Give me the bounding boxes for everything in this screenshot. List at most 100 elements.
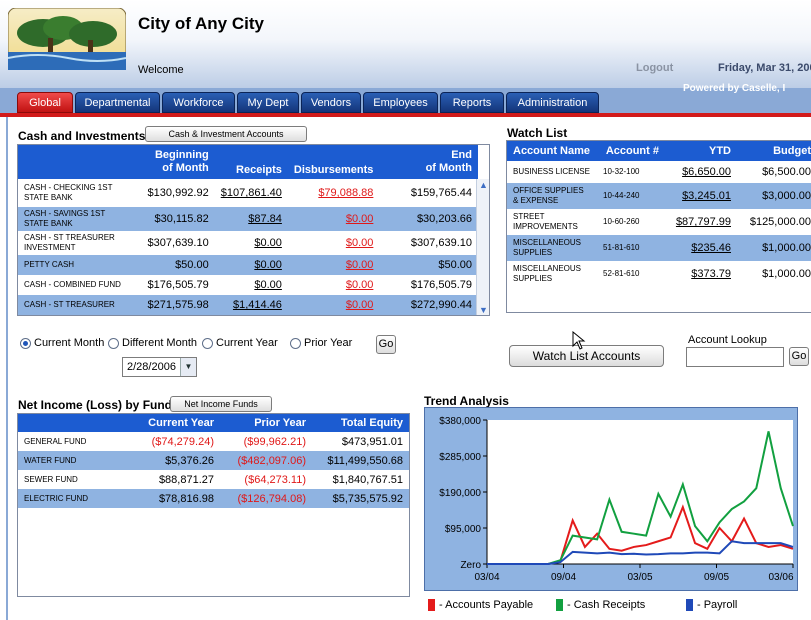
current-year-value: $88,871.27 bbox=[158, 473, 214, 486]
tab-departmental[interactable]: Departmental bbox=[75, 92, 160, 113]
watch-budget: $125,000.00 bbox=[749, 216, 811, 228]
table-row: GENERAL FUND ($74,279.24) ($99,962.21) $… bbox=[18, 432, 409, 451]
col-fund bbox=[18, 414, 128, 432]
account-name: CASH - ST TREASURER bbox=[18, 295, 130, 315]
prior-year-value: ($64,273.11) bbox=[244, 473, 306, 486]
receipts-link[interactable]: $1,414.46 bbox=[214, 295, 288, 315]
table-row: PETTY CASH $50.00 $0.00 $0.00 $50.00 bbox=[18, 255, 478, 275]
current-date: Friday, Mar 31, 200 bbox=[718, 62, 811, 74]
table-row: OFFICE SUPPLIES & EXPENSE 10-44-240 $3,2… bbox=[507, 183, 811, 209]
current-year-value: $78,816.98 bbox=[128, 489, 220, 508]
prior-year-value: ($482,097.06) bbox=[220, 451, 312, 470]
end-value: $307,639.10 bbox=[410, 237, 472, 249]
col-ytd: YTD bbox=[665, 141, 737, 161]
cash-scrollbar[interactable]: ▲ ▼ bbox=[476, 179, 489, 315]
watch-account-name: BUSINESS LICENSE bbox=[513, 167, 590, 176]
fund-name: GENERAL FUND bbox=[24, 436, 87, 446]
watch-ytd-link[interactable]: $3,245.01 bbox=[665, 183, 737, 209]
end-value: $50.00 bbox=[379, 255, 478, 275]
account-name: PETTY CASH bbox=[18, 255, 130, 275]
col-receipts: Receipts bbox=[214, 145, 288, 179]
cash-accounts-button[interactable]: Cash & Investment Accounts bbox=[145, 126, 307, 142]
watch-budget: $3,000.00 bbox=[737, 183, 811, 209]
total-equity-value: $1,840,767.51 bbox=[332, 473, 403, 486]
powered-by: Powered by Caselle, I bbox=[683, 83, 786, 94]
col-beginning-line1: Beginning bbox=[154, 149, 209, 161]
watch-account-name: OFFICE SUPPLIES & EXPENSE bbox=[507, 183, 597, 209]
beginning-value: $271,575.98 bbox=[129, 295, 215, 315]
tab-employees[interactable]: Employees bbox=[363, 92, 438, 113]
x-tick-label: 03/06 bbox=[768, 572, 793, 583]
period-go-button[interactable]: Go bbox=[376, 335, 396, 354]
account-lookup-input[interactable] bbox=[686, 347, 784, 367]
watch-account-number: 10-32-100 bbox=[603, 167, 640, 176]
watch-account-name: MISCELLANEOUS SUPPLIES bbox=[507, 235, 597, 261]
watch-account-number: 10-44-240 bbox=[597, 183, 665, 209]
table-row: CASH - SAVINGS 1ST STATE BANK $30,115.82… bbox=[18, 207, 478, 231]
tab-administration[interactable]: Administration bbox=[506, 92, 599, 113]
disbursements-link[interactable]: $0.00 bbox=[287, 255, 380, 275]
lookup-go-button[interactable]: Go bbox=[789, 347, 809, 366]
disbursements-link[interactable]: $0.00 bbox=[287, 295, 380, 315]
watch-account-name: MISCELLANEOUS SUPPLIES bbox=[513, 264, 582, 283]
disbursements-link[interactable]: $0.00 bbox=[288, 231, 379, 255]
fund-name: WATER FUND bbox=[18, 451, 128, 470]
disbursements-link[interactable]: $0.00 bbox=[288, 275, 379, 295]
net-income-funds-button[interactable]: Net Income Funds bbox=[170, 396, 272, 412]
logout-link[interactable]: Logout bbox=[636, 62, 673, 74]
radio-current-year[interactable]: Current Year bbox=[202, 337, 278, 349]
table-row: CASH - COMBINED FUND $176,505.79 $0.00 $… bbox=[18, 275, 478, 295]
current-year-value: $5,376.26 bbox=[128, 451, 220, 470]
radio-different-month[interactable]: Different Month bbox=[108, 337, 197, 349]
disbursements-link[interactable]: $79,088.88 bbox=[288, 179, 379, 207]
scroll-up-icon[interactable]: ▲ bbox=[478, 180, 489, 191]
col-end-line1: End bbox=[451, 149, 472, 161]
col-account-number: Account # bbox=[597, 141, 665, 161]
tab-my-dept[interactable]: My Dept bbox=[237, 92, 299, 113]
beginning-value: $30,115.82 bbox=[129, 207, 215, 231]
watch-ytd-link[interactable]: $235.46 bbox=[665, 235, 737, 261]
beginning-value: $50.00 bbox=[129, 255, 215, 275]
y-tick-label: Zero bbox=[460, 560, 481, 571]
account-name: CASH - ST TREASURER INVESTMENT bbox=[24, 233, 115, 252]
beginning-value: $130,992.92 bbox=[147, 187, 209, 199]
receipts-link[interactable]: $0.00 bbox=[215, 231, 288, 255]
account-lookup-label: Account Lookup bbox=[688, 334, 767, 346]
watch-title: Watch List bbox=[507, 126, 568, 140]
receipts-link[interactable]: $0.00 bbox=[215, 275, 288, 295]
watch-ytd-link[interactable]: $87,797.99 bbox=[665, 209, 737, 235]
disbursements-link[interactable]: $0.00 bbox=[287, 207, 380, 231]
scroll-down-icon[interactable]: ▼ bbox=[478, 305, 489, 315]
month-select-value: 2/28/2006 bbox=[127, 361, 176, 373]
table-row: CASH - ST TREASURER INVESTMENT $307,639.… bbox=[18, 231, 478, 255]
watch-account-number: 52-81-610 bbox=[603, 269, 640, 278]
radio-icon bbox=[202, 337, 213, 349]
end-value: $159,765.44 bbox=[410, 187, 472, 199]
mouse-cursor-icon bbox=[572, 331, 586, 350]
x-tick-label: 03/05 bbox=[627, 572, 652, 583]
fund-name: SEWER FUND bbox=[24, 474, 78, 484]
tab-global[interactable]: Global bbox=[17, 92, 73, 113]
fund-name: ELECTRIC FUND bbox=[18, 489, 128, 508]
watch-list-accounts-button[interactable]: Watch List Accounts bbox=[509, 345, 664, 367]
watch-budget: $1,000.00 bbox=[762, 268, 811, 280]
radio-current-month[interactable]: Current Month bbox=[20, 337, 104, 349]
chart-title: Trend Analysis bbox=[424, 394, 509, 408]
table-row: WATER FUND $5,376.26 ($482,097.06) $11,4… bbox=[18, 451, 409, 470]
tab-reports[interactable]: Reports bbox=[440, 92, 504, 113]
tab-vendors[interactable]: Vendors bbox=[301, 92, 361, 113]
receipts-link[interactable]: $107,861.40 bbox=[215, 179, 288, 207]
watch-ytd-link[interactable]: $373.79 bbox=[665, 261, 737, 287]
cash-table: Beginning of Month Receipts Disbursement… bbox=[17, 144, 490, 316]
chevron-down-icon: ▼ bbox=[180, 358, 196, 376]
watch-budget: $6,500.00 bbox=[762, 166, 811, 178]
radio-prior-year[interactable]: Prior Year bbox=[290, 337, 352, 349]
receipts-link[interactable]: $87.84 bbox=[214, 207, 288, 231]
receipts-link[interactable]: $0.00 bbox=[214, 255, 288, 275]
watch-ytd-link[interactable]: $6,650.00 bbox=[665, 161, 737, 183]
month-select[interactable]: 2/28/2006 ▼ bbox=[122, 357, 197, 377]
col-account-name: Account Name bbox=[507, 141, 597, 161]
end-value: $272,990.44 bbox=[379, 295, 478, 315]
city-name: City of Any City bbox=[138, 14, 264, 33]
tab-workforce[interactable]: Workforce bbox=[162, 92, 235, 113]
